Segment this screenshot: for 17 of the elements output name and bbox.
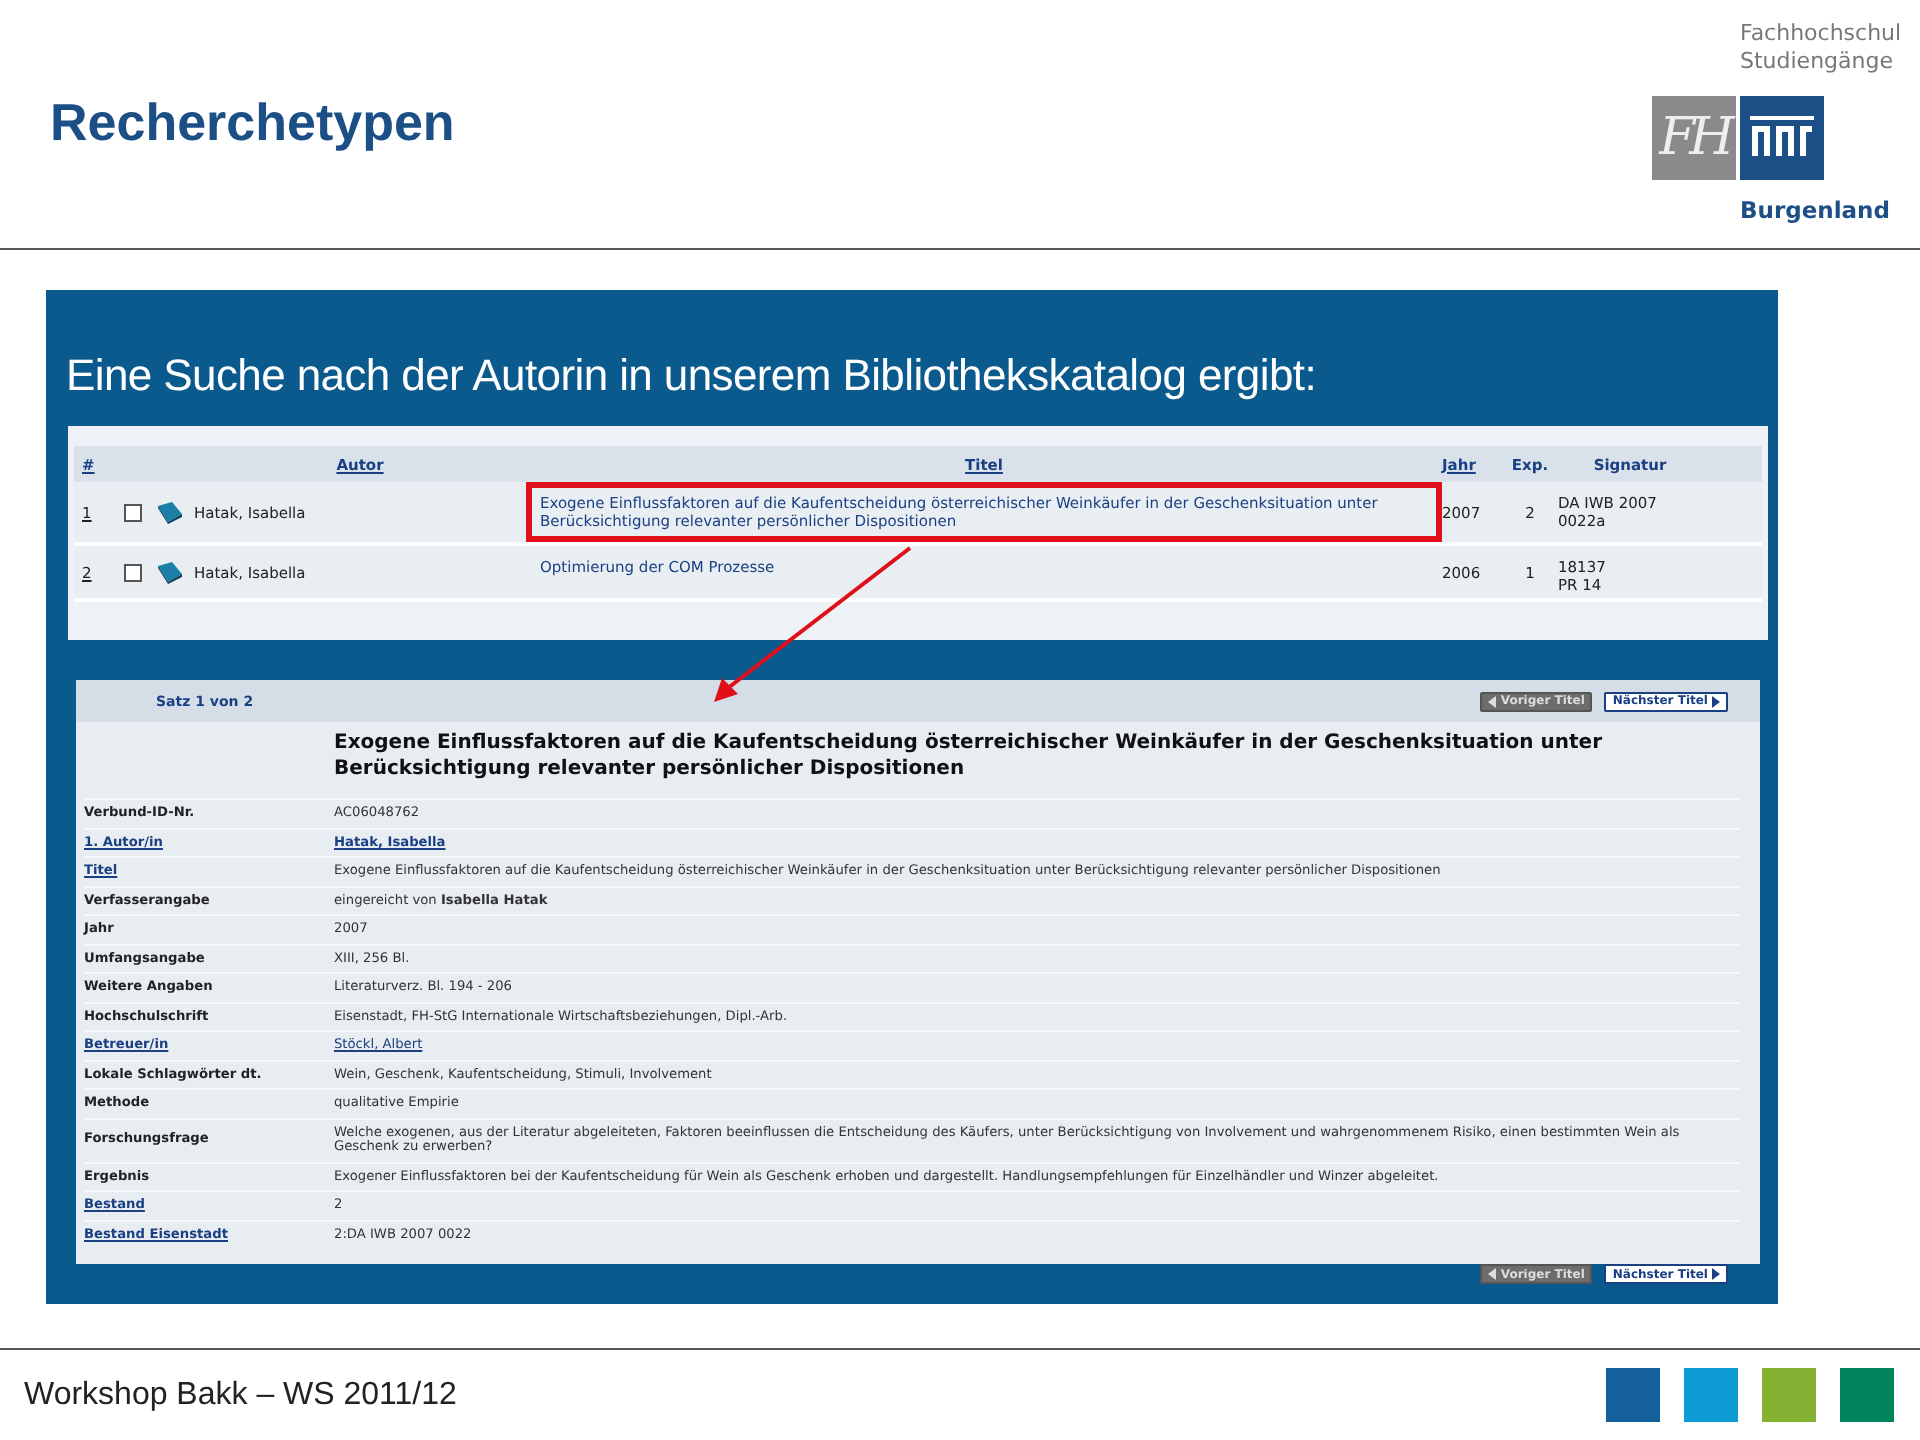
logo-text: Fachhochschul	[1740, 20, 1902, 48]
logo-text: Burgenland	[1740, 196, 1890, 224]
book-icon	[156, 500, 184, 524]
left-triangle-icon	[1488, 695, 1497, 707]
checkbox[interactable]	[123, 503, 141, 521]
left-triangle-icon	[1488, 1268, 1497, 1280]
right-triangle-icon	[1712, 695, 1720, 707]
right-triangle-icon	[1712, 1268, 1720, 1280]
panel-heading: Eine Suche nach der Autorin in unserem Bibliothekskatalog ergibt:	[66, 350, 1318, 404]
record-title: Exogene Einflussfaktoren auf die Kaufentscheidung österreichischer Weinkäufer in der Geschenksituation unter Berücksichtigung relevanter persönlicher Dispositionen	[334, 730, 1604, 782]
book-icon	[156, 560, 184, 584]
checkbox[interactable]	[123, 563, 141, 581]
footer-text: Workshop Bakk – WS 2011/12	[24, 1377, 459, 1413]
logo-mark: FH	[1652, 96, 1736, 180]
slide-title: Recherchetypen	[50, 92, 455, 154]
logo-emblem-icon	[1740, 96, 1824, 180]
logo-text: Studiengänge	[1740, 48, 1893, 76]
